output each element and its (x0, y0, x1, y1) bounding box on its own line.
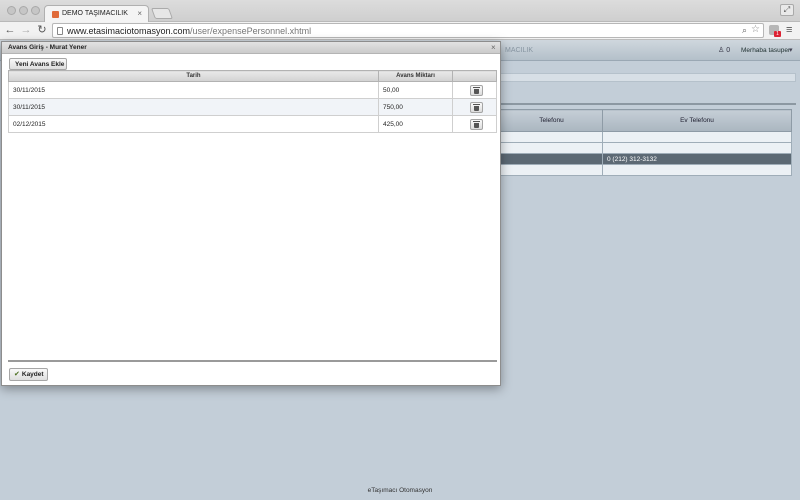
browser-titlebar: DEMO TAŞIMACILIK × ⤢ (0, 0, 800, 22)
fullscreen-icon[interactable]: ⤢ (780, 4, 794, 16)
trash-icon (473, 103, 480, 111)
browser-tab[interactable]: DEMO TAŞIMACILIK × (44, 5, 149, 22)
check-icon: ✔ (14, 371, 20, 378)
reload-icon[interactable]: ↻ (36, 23, 48, 37)
column-header[interactable]: Telefonu (500, 109, 603, 132)
search-icon[interactable]: ⌕ (742, 25, 747, 36)
personnel-table: Telefonu Ev Telefonu 0 (212) 312-3132 (500, 109, 792, 176)
maximize-window-button[interactable] (31, 6, 40, 15)
dialog-title: Avans Giriş - Murat Yener (8, 44, 87, 51)
url-host: www.etasimaciotomasyon.com (67, 26, 191, 36)
table-row[interactable] (500, 164, 792, 176)
actions-cell (452, 115, 497, 133)
app-toolbar-strip (500, 73, 796, 82)
actions-cell (452, 81, 497, 99)
dialog-header[interactable]: Avans Giriş - Murat Yener × (2, 42, 500, 54)
table-cell (602, 164, 792, 176)
table-cell (500, 142, 603, 154)
table-row-selected[interactable]: 0 (212) 312-3132 (500, 153, 792, 165)
forward-arrow-icon[interactable]: → (20, 23, 32, 37)
bookmark-star-icon[interactable]: ☆ (751, 24, 760, 35)
close-icon[interactable]: × (491, 43, 496, 52)
save-button-label: Kaydet (21, 371, 44, 378)
url-path: /user/expensePersonnel.xhtml (190, 26, 312, 36)
table-cell: 0 (212) 312-3132 (602, 153, 792, 165)
back-arrow-icon[interactable]: ← (4, 23, 16, 37)
actions-cell (452, 98, 497, 116)
table-cell (500, 153, 603, 165)
tab-close-icon[interactable]: × (137, 9, 142, 18)
table-row[interactable] (500, 142, 792, 154)
column-header[interactable]: Ev Telefonu (602, 109, 792, 132)
amount-cell: 425,00 (378, 115, 453, 133)
address-bar[interactable]: www.etasimaciotomasyon.com/user/expenseP… (52, 23, 764, 38)
advance-table: Tarih Avans Miktarı 30/11/2015 50,00 30/… (8, 70, 497, 133)
bell-icon: ♙ (718, 47, 725, 54)
column-header-date[interactable]: Tarih (8, 70, 379, 82)
app-logo-text: MACILIK (505, 47, 534, 54)
table-cell (500, 164, 603, 176)
table-cell (602, 131, 792, 143)
url-text: www.etasimaciotomasyon.com/user/expenseP… (67, 26, 311, 36)
column-header-amount[interactable]: Avans Miktarı (378, 70, 453, 82)
app-divider (500, 103, 796, 105)
notification-count: 0 (726, 47, 731, 54)
dialog-divider (8, 360, 497, 362)
notification-indicator[interactable]: ♙ 0 (718, 46, 730, 54)
tab-title: DEMO TAŞIMACILIK (62, 10, 128, 17)
extension-badge: 1 (774, 31, 781, 37)
add-advance-button[interactable]: Yeni Avans Ekle (9, 58, 67, 70)
date-cell: 02/12/2015 (8, 115, 379, 133)
save-button[interactable]: ✔ Kaydet (9, 368, 48, 381)
user-greeting[interactable]: Merhaba tasuper (741, 47, 790, 54)
chevron-down-icon[interactable]: ▾ (789, 46, 793, 54)
bus-icon (52, 11, 59, 18)
new-tab-button[interactable] (150, 8, 174, 19)
close-window-button[interactable] (7, 6, 16, 15)
delete-button[interactable] (470, 101, 483, 113)
amount-cell: 50,00 (378, 81, 453, 99)
delete-button[interactable] (470, 118, 483, 130)
menu-icon[interactable]: ≡ (786, 24, 792, 36)
advance-entry-dialog: Avans Giriş - Murat Yener × Yeni Avans E… (1, 41, 501, 386)
minimize-window-button[interactable] (19, 6, 28, 15)
table-row[interactable]: 02/12/2015 425,00 (8, 115, 497, 133)
table-row[interactable]: 30/11/2015 750,00 (8, 98, 497, 116)
trash-icon (473, 120, 480, 128)
app-footer: eTaşımacı Otomasyon (367, 487, 433, 494)
table-cell (500, 131, 603, 143)
page-icon (57, 27, 63, 35)
date-cell: 30/11/2015 (8, 81, 379, 99)
column-header-actions (452, 70, 497, 82)
browser-toolbar: ← → ↻ www.etasimaciotomasyon.com/user/ex… (0, 22, 800, 40)
date-cell: 30/11/2015 (8, 98, 379, 116)
table-row[interactable] (500, 131, 792, 143)
delete-button[interactable] (470, 84, 483, 96)
table-row[interactable]: 30/11/2015 50,00 (8, 81, 497, 99)
table-cell (602, 142, 792, 154)
amount-cell: 750,00 (378, 98, 453, 116)
trash-icon (473, 86, 480, 94)
